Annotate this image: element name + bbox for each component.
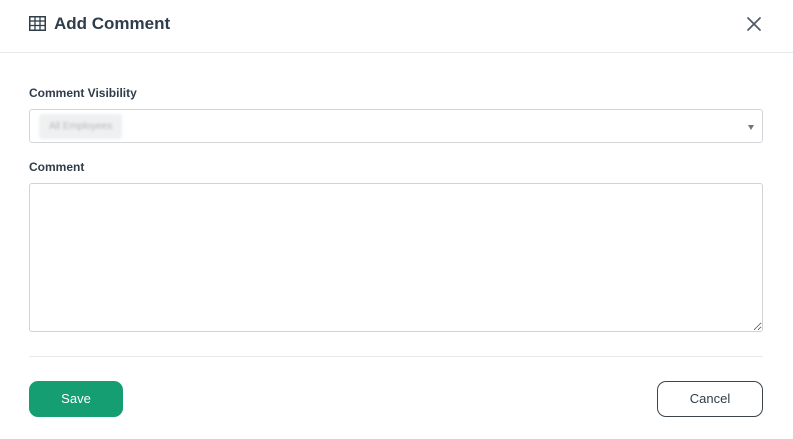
comment-visibility-label: Comment Visibility (29, 86, 137, 100)
dropdown-arrow-icon (748, 125, 754, 130)
selected-visibility-chip: All Employees (39, 114, 123, 139)
comment-textarea[interactable] (29, 183, 763, 332)
dialog-title: Add Comment (54, 14, 171, 33)
cancel-button[interactable]: Cancel (657, 381, 763, 417)
comment-visibility-select[interactable]: All Employees (29, 109, 763, 143)
save-button[interactable]: Save (29, 381, 123, 417)
table-icon (29, 16, 46, 31)
footer-divider (29, 356, 763, 357)
dialog-header: Add Comment (0, 0, 793, 53)
close-icon[interactable] (744, 14, 764, 34)
comment-label: Comment (29, 160, 85, 174)
